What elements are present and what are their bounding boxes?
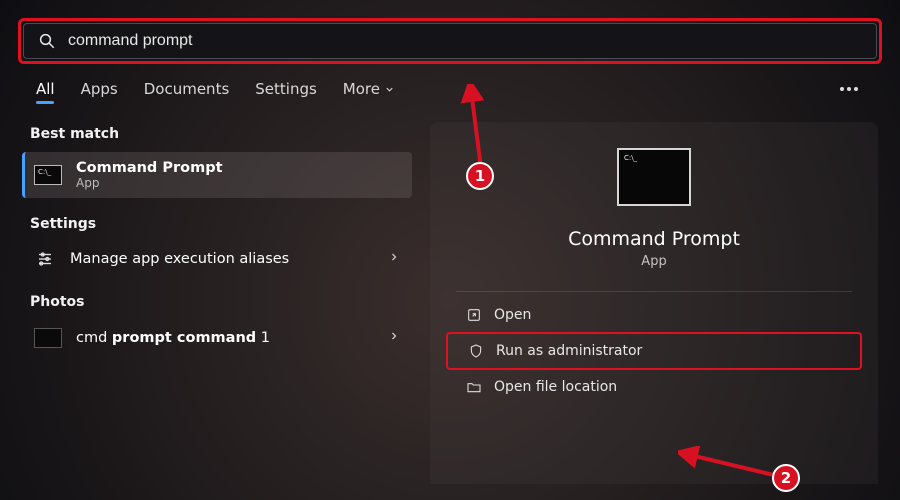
annotation-badge-2: 2 [772, 464, 800, 492]
photo-thumb-icon [34, 328, 62, 348]
annotation-badge-1: 1 [466, 162, 494, 190]
result-command-prompt[interactable]: C:\_ Command Prompt App [22, 152, 412, 198]
tab-more[interactable]: More [343, 80, 395, 98]
command-prompt-icon: C:\_ [34, 165, 62, 185]
section-settings: Settings [22, 212, 412, 242]
result-title: cmd prompt command 1 [76, 330, 270, 346]
preview-app-icon: C:\_ [617, 148, 691, 206]
result-title: Command Prompt [76, 160, 223, 176]
open-icon [466, 307, 482, 323]
sliders-icon [34, 250, 56, 268]
search-box-highlight [18, 18, 882, 64]
section-best-match: Best match [22, 122, 412, 152]
result-subtitle: App [76, 176, 223, 190]
text-fragment: prompt command [112, 330, 256, 346]
search-icon [38, 32, 56, 50]
overflow-menu-button[interactable] [834, 81, 864, 97]
tab-more-label: More [343, 80, 380, 98]
section-photos: Photos [22, 290, 412, 320]
tab-documents[interactable]: Documents [144, 80, 230, 98]
preview-title: Command Prompt [568, 228, 740, 250]
tab-settings[interactable]: Settings [255, 80, 317, 98]
chevron-down-icon [384, 84, 395, 95]
active-tab-indicator [36, 101, 54, 104]
action-label: Open [494, 307, 531, 323]
action-run-as-admin[interactable]: Run as administrator [446, 332, 862, 370]
results-list: Best match C:\_ Command Prompt App Setti… [22, 122, 412, 484]
search-input[interactable] [68, 32, 862, 50]
folder-icon [466, 379, 482, 395]
text-fragment: 1 [256, 330, 270, 346]
action-open[interactable]: Open [446, 298, 862, 332]
action-label: Open file location [494, 379, 617, 395]
chevron-right-icon [388, 330, 400, 346]
result-title: Manage app execution aliases [70, 251, 289, 267]
filter-tabs: All Apps Documents Settings More [0, 64, 900, 104]
result-manage-aliases[interactable]: Manage app execution aliases [22, 242, 412, 276]
preview-pane: C:\_ Command Prompt App Open Run as admi… [430, 122, 878, 484]
text-fragment: cmd [76, 330, 112, 346]
chevron-right-icon [388, 251, 400, 267]
action-label: Run as administrator [496, 343, 642, 359]
action-open-file-location[interactable]: Open file location [446, 370, 862, 404]
shield-icon [468, 343, 484, 359]
tab-all[interactable]: All [36, 80, 55, 98]
result-photo-cmd[interactable]: cmd prompt command 1 [22, 320, 412, 356]
preview-subtitle: App [641, 254, 666, 269]
tab-apps[interactable]: Apps [81, 80, 118, 98]
divider [456, 291, 852, 292]
search-box[interactable] [23, 23, 877, 59]
